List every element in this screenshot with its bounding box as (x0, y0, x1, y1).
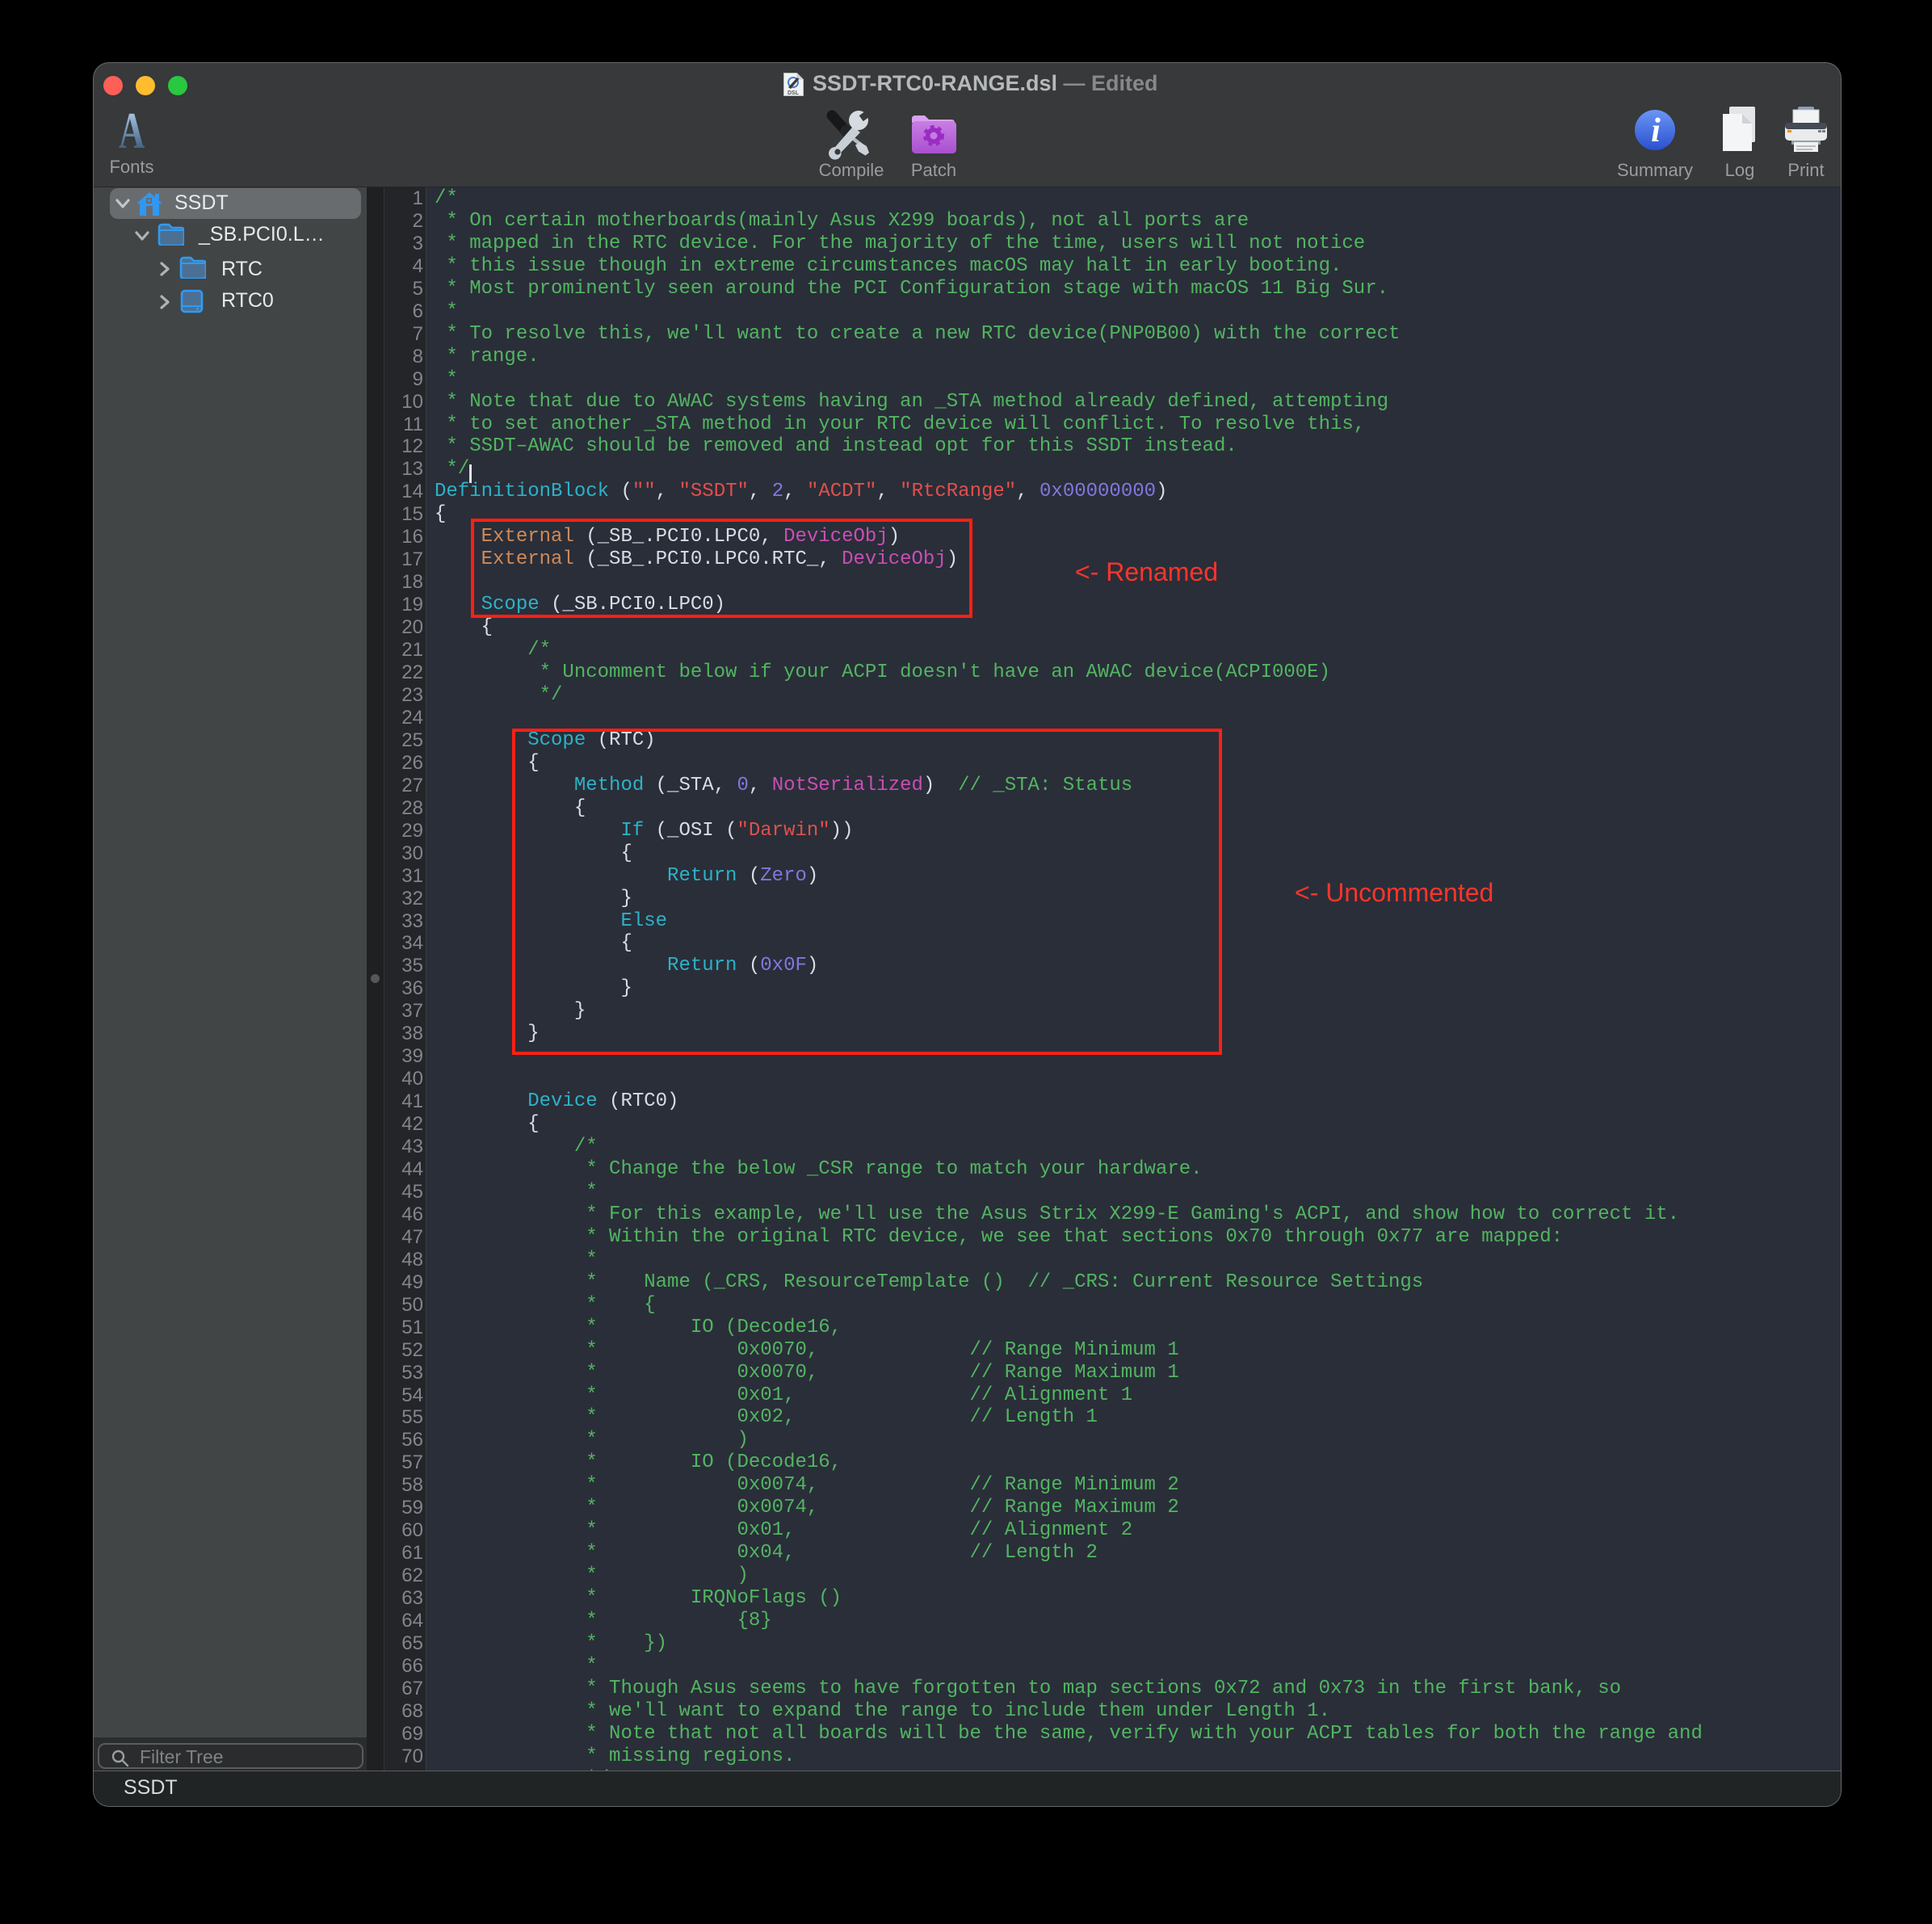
svg-text:DSL: DSL (788, 90, 800, 96)
svg-text:i: i (1651, 112, 1661, 149)
